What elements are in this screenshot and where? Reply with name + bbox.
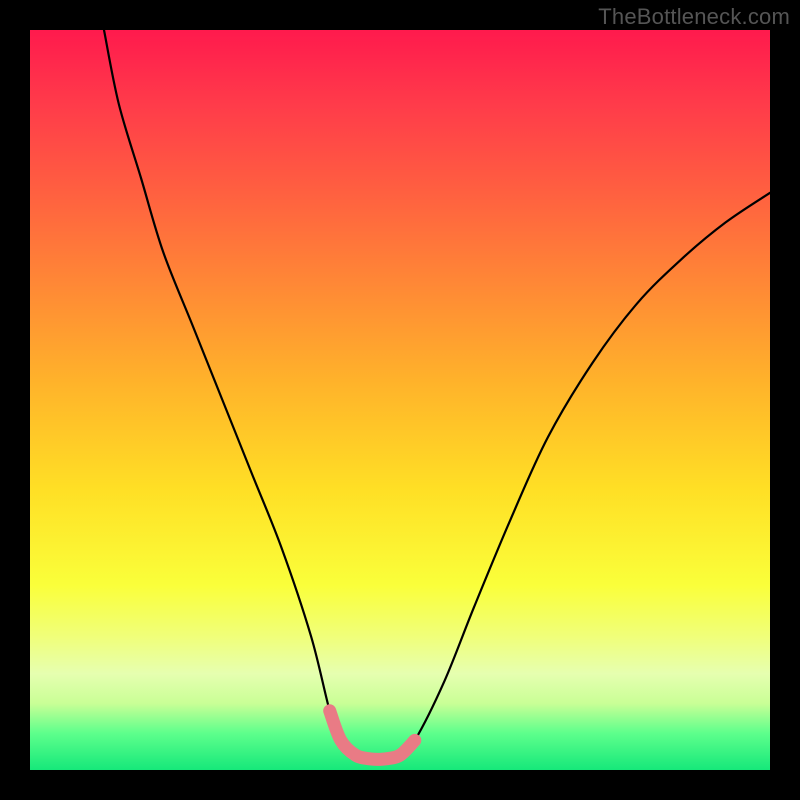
- pink-highlight-path: [330, 711, 415, 760]
- plot-area: [30, 30, 770, 770]
- curve-svg: [30, 30, 770, 770]
- black-curve-path: [104, 30, 770, 759]
- watermark-text: TheBottleneck.com: [598, 4, 790, 30]
- chart-frame: TheBottleneck.com: [0, 0, 800, 800]
